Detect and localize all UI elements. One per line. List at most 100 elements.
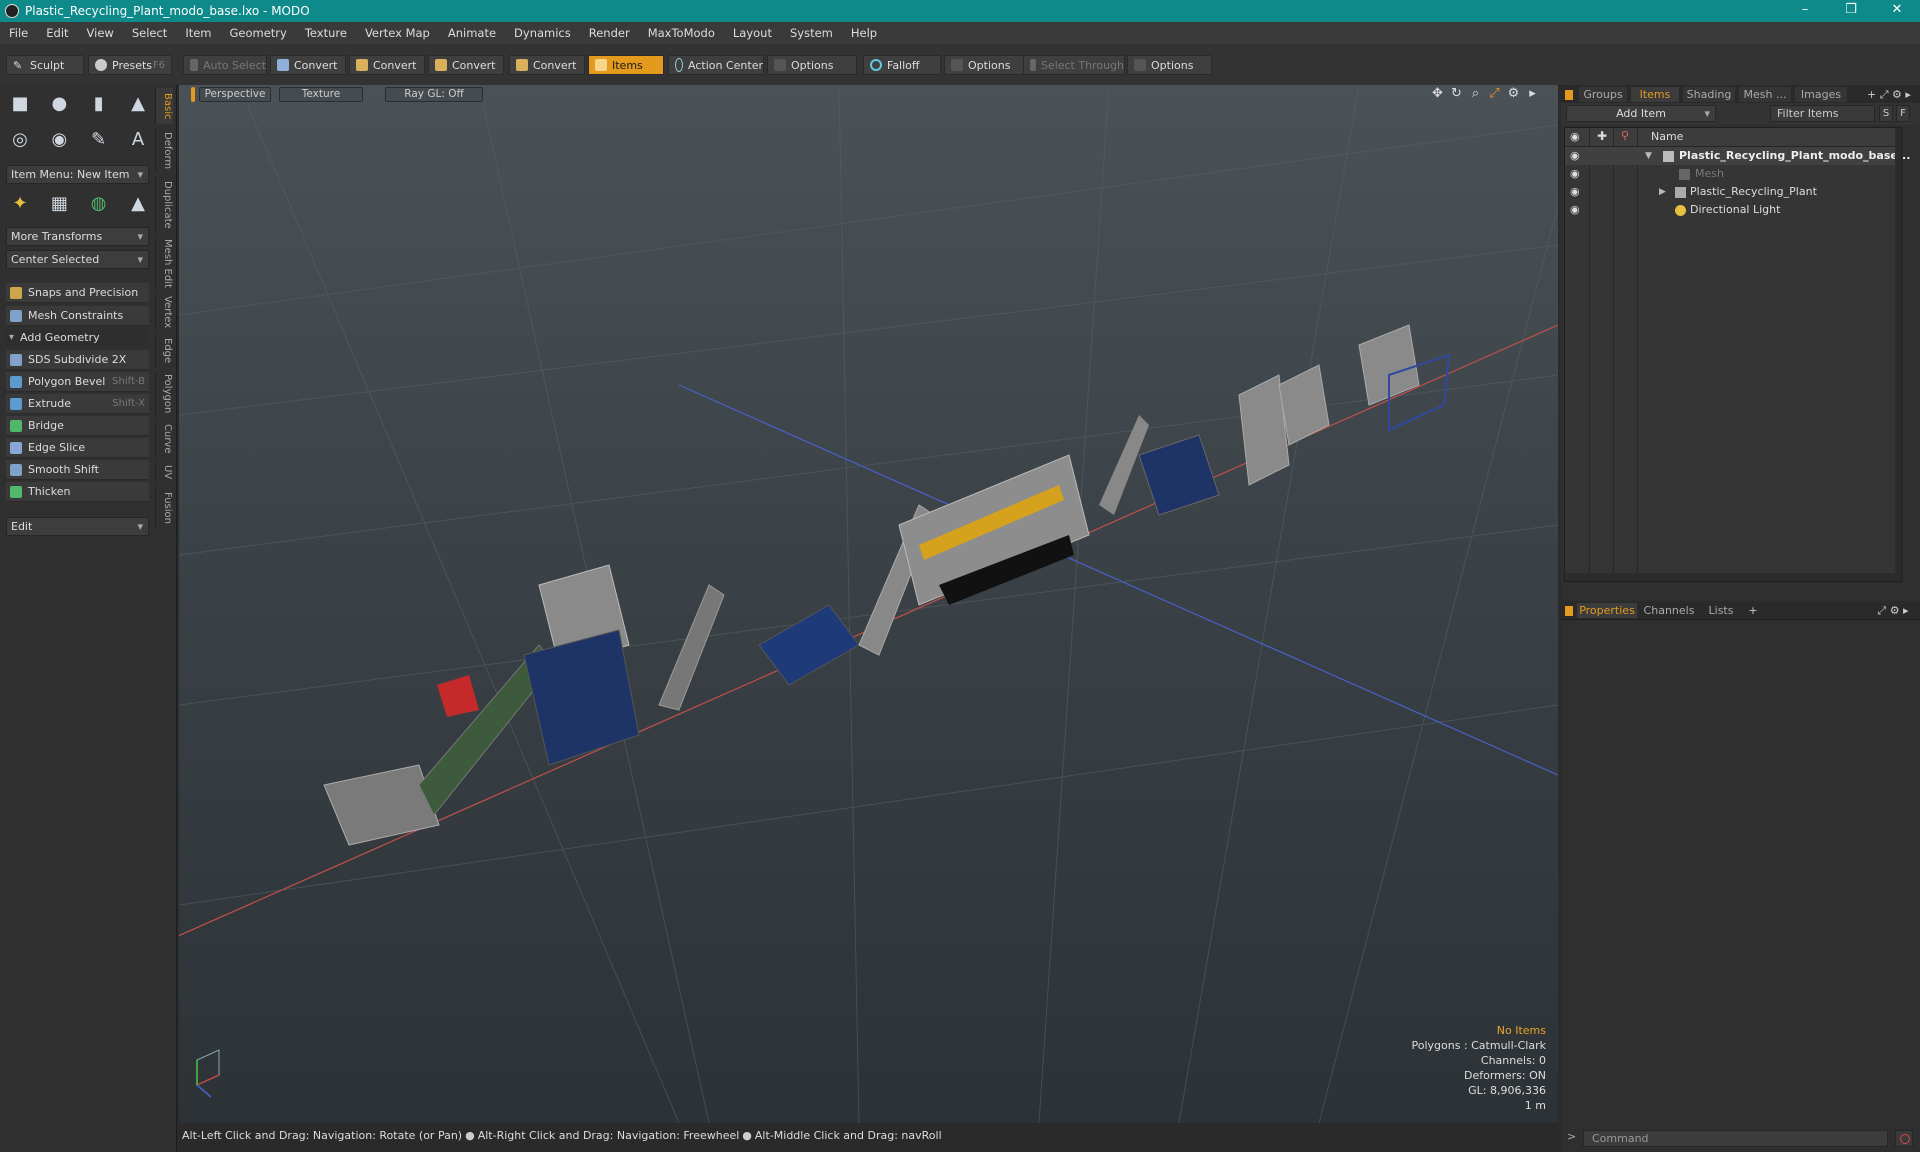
scene-canvas[interactable] — [179, 85, 1558, 1123]
tab-mesh[interactable]: Mesh ... — [1739, 87, 1791, 102]
visibility-eye-icon[interactable]: ◉ — [1570, 165, 1580, 183]
command-input[interactable]: Command — [1583, 1130, 1888, 1147]
menu-item[interactable]: Item — [176, 26, 220, 40]
tab-groups[interactable]: Groups — [1579, 87, 1627, 102]
text-tool-icon[interactable]: A — [124, 125, 152, 153]
viewport-menu-arrow-icon[interactable]: ▸ — [1525, 86, 1540, 101]
locator-icon[interactable]: ✦ — [6, 189, 34, 217]
tab-mesh-edit[interactable]: Mesh Edit — [155, 237, 173, 289]
action-center-options-button[interactable]: Options — [767, 55, 857, 75]
more-transforms-dropdown[interactable]: More Transforms — [6, 227, 149, 246]
select-options-button[interactable]: Options — [1127, 55, 1212, 75]
thicken-button[interactable]: Thicken — [6, 482, 149, 502]
menu-dynamics[interactable]: Dynamics — [505, 26, 580, 40]
menu-help[interactable]: Help — [842, 26, 886, 40]
add-geometry-section[interactable]: Add Geometry — [6, 329, 149, 347]
tab-items[interactable]: Items — [1631, 87, 1679, 102]
collapse-arrow-icon[interactable]: ▼ — [1645, 147, 1652, 165]
visibility-eye-icon[interactable]: ◉ — [1570, 201, 1580, 219]
tab-fusion[interactable]: Fusion — [155, 487, 173, 529]
rotate-icon[interactable]: ↻ — [1449, 86, 1464, 101]
filter-f-button[interactable]: F — [1896, 105, 1910, 122]
extrude-button[interactable]: Extrude Shift-X — [6, 394, 149, 414]
edge-slice-button[interactable]: Edge Slice — [6, 438, 149, 458]
expand-arrow-icon[interactable]: ▶ — [1659, 183, 1666, 201]
filter-s-button[interactable]: S — [1879, 105, 1893, 122]
visibility-eye-icon[interactable]: ◉ — [1570, 183, 1580, 201]
auto-select-button[interactable]: Auto Select — [183, 55, 267, 75]
tab-basic[interactable]: Basic — [155, 88, 173, 124]
falloff-button[interactable]: Falloff — [863, 55, 941, 75]
menu-render[interactable]: Render — [580, 26, 639, 40]
menu-view[interactable]: View — [78, 26, 123, 40]
pan-icon[interactable]: ✥ — [1430, 86, 1445, 101]
panel-controls[interactable]: ⤢ ⚙ ▸ — [1871, 603, 1915, 618]
edit-dropdown[interactable]: Edit — [6, 517, 149, 536]
item-menu-dropdown[interactable]: Item Menu: New Item — [6, 165, 149, 184]
cone-primitive-icon[interactable]: ▲ — [124, 89, 152, 117]
menu-maxtomodo[interactable]: MaxToModo — [639, 26, 724, 40]
visibility-eye-icon[interactable]: ◉ — [1570, 147, 1580, 165]
menu-geometry[interactable]: Geometry — [221, 26, 296, 40]
menu-texture[interactable]: Texture — [296, 26, 356, 40]
menu-animate[interactable]: Animate — [439, 26, 505, 40]
viewport-settings-icon[interactable]: ⚙ — [1506, 86, 1521, 101]
action-center-button[interactable]: Action Center — [668, 55, 764, 75]
plastic-recycling-plant-model[interactable] — [323, 324, 1451, 846]
pyramid-icon[interactable]: ▲ — [124, 189, 152, 217]
sculpt-button[interactable]: ✎ Sculpt — [6, 55, 84, 75]
presets-button[interactable]: Presets F6 — [88, 55, 172, 75]
view-perspective-button[interactable]: Perspective — [199, 87, 271, 102]
items-mode-button[interactable]: Items — [588, 55, 664, 75]
tab-vertex[interactable]: Vertex — [155, 293, 173, 331]
minimize-button[interactable]: – — [1782, 0, 1828, 22]
cylinder-primitive-icon[interactable]: ▮ — [85, 89, 113, 117]
pen-tool-icon[interactable]: ✎ — [85, 125, 113, 153]
tree-row-plant[interactable]: ◉ ▶ Plastic_Recycling_Plant — [1565, 183, 1901, 201]
sds-subdivide-button[interactable]: SDS Subdivide 2X — [6, 350, 149, 370]
capsule-primitive-icon[interactable]: ◉ — [45, 125, 73, 153]
globe-icon[interactable]: ◍ — [85, 189, 113, 217]
tree-vertical-scrollbar[interactable] — [1895, 128, 1901, 581]
tree-row-mesh[interactable]: ◉ Mesh — [1565, 165, 1901, 183]
menu-file[interactable]: File — [0, 26, 37, 40]
command-history-button[interactable] — [1895, 1130, 1913, 1147]
tab-deform[interactable]: Deform — [155, 129, 173, 173]
smooth-shift-button[interactable]: Smooth Shift — [6, 460, 149, 480]
tree-horizontal-scrollbar[interactable] — [1565, 573, 1901, 581]
tree-row-directional-light[interactable]: ◉ Directional Light — [1565, 201, 1901, 219]
tab-images[interactable]: Images — [1795, 87, 1847, 102]
fit-icon[interactable]: ⤢ — [1487, 86, 1502, 101]
tab-duplicate[interactable]: Duplicate — [155, 177, 173, 233]
polygon-bevel-button[interactable]: Polygon Bevel Shift-B — [6, 372, 149, 392]
falloff-options-button[interactable]: Options — [944, 55, 1024, 75]
maximize-button[interactable]: ❐ — [1828, 0, 1874, 22]
shading-texture-button[interactable]: Texture — [279, 87, 363, 102]
menu-layout[interactable]: Layout — [724, 26, 781, 40]
3d-viewport[interactable]: Perspective Texture Ray GL: Off ✥ ↻ ⌕ ⤢ … — [179, 85, 1558, 1123]
snaps-precision-button[interactable]: Snaps and Precision — [6, 283, 149, 303]
close-button[interactable]: ✕ — [1874, 0, 1920, 22]
add-item-dropdown[interactable]: Add Item — [1566, 105, 1716, 122]
tab-curve[interactable]: Curve — [155, 421, 173, 457]
convert-button-2[interactable]: Convert — [349, 55, 425, 75]
torus-primitive-icon[interactable]: ◎ — [6, 125, 34, 153]
tab-edge[interactable]: Edge — [155, 335, 173, 367]
grid-icon[interactable]: ▦ — [45, 189, 73, 217]
tab-uv[interactable]: UV — [155, 461, 173, 483]
menu-edit[interactable]: Edit — [37, 26, 77, 40]
tree-row-scene[interactable]: ◉ ▼ Plastic_Recycling_Plant_modo_base... — [1565, 147, 1910, 165]
tab-polygon[interactable]: Polygon — [155, 371, 173, 417]
select-through-button[interactable]: Select Through — [1023, 55, 1125, 75]
convert-button-3[interactable]: Convert — [428, 55, 504, 75]
zoom-icon[interactable]: ⌕ — [1468, 86, 1483, 101]
mesh-constraints-button[interactable]: Mesh Constraints — [6, 306, 149, 326]
tab-properties[interactable]: Properties — [1577, 603, 1637, 618]
sphere-primitive-icon[interactable]: ● — [45, 89, 73, 117]
convert-button-1[interactable]: Convert — [270, 55, 346, 75]
menu-select[interactable]: Select — [123, 26, 176, 40]
tab-shading[interactable]: Shading — [1683, 87, 1735, 102]
convert-button-4[interactable]: Convert — [509, 55, 585, 75]
menu-system[interactable]: System — [781, 26, 842, 40]
tab-channels[interactable]: Channels — [1641, 603, 1697, 618]
